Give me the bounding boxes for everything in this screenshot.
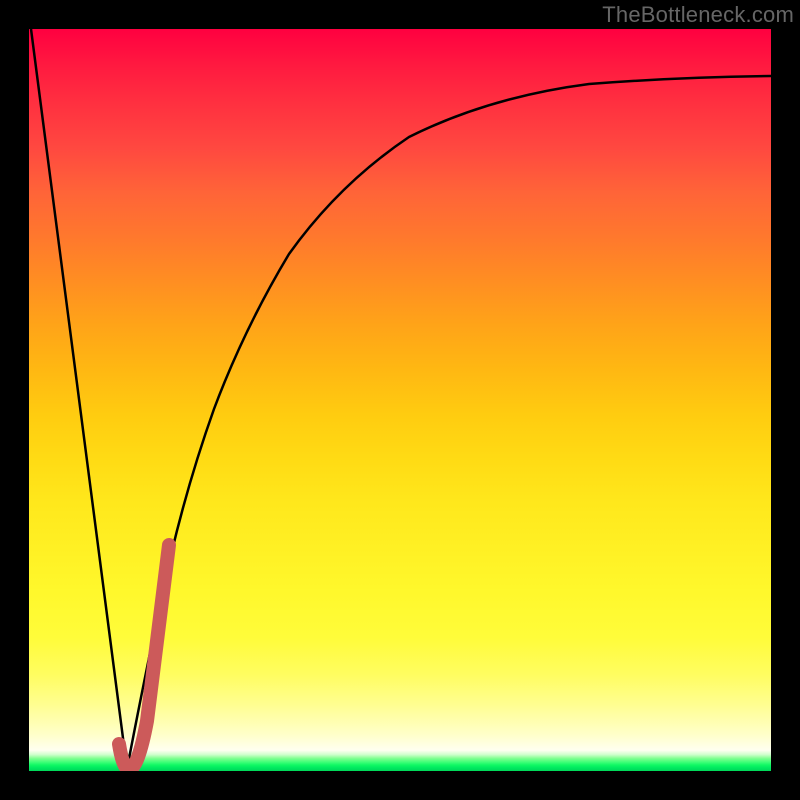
curve-overlay: [29, 29, 771, 771]
highlight-segment: [119, 545, 169, 769]
bottleneck-curve: [31, 29, 771, 769]
watermark-text: TheBottleneck.com: [602, 2, 794, 28]
chart-container: TheBottleneck.com: [0, 0, 800, 800]
